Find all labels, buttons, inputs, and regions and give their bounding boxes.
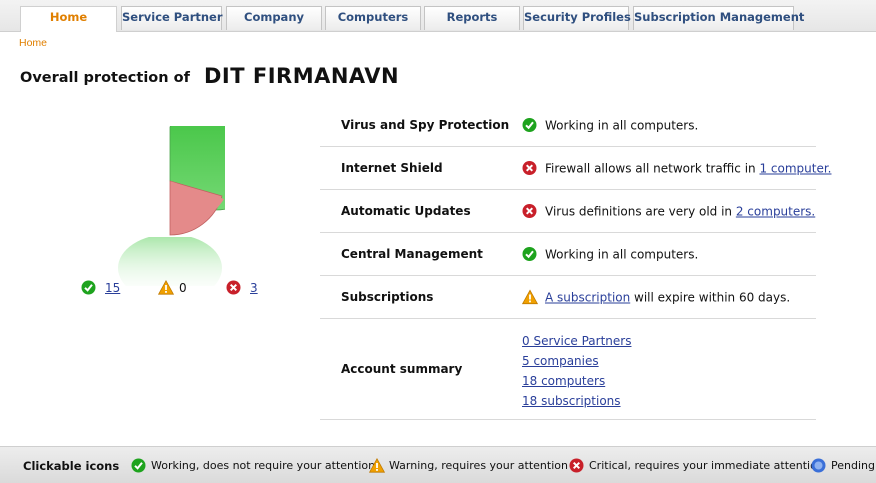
status-text: Working in all computers. — [545, 118, 699, 132]
status-text: Working in all computers. — [545, 247, 699, 261]
status-link[interactable]: 1 computer. — [759, 161, 831, 175]
legend-warning: Warning, requires your attention — [369, 458, 568, 473]
check-icon[interactable] — [522, 118, 537, 133]
tab-service-partner[interactable]: Service Partner — [121, 6, 223, 30]
legend-ok: Working, does not require your attention — [131, 458, 375, 473]
check-icon[interactable] — [522, 247, 537, 262]
page-title: Overall protection of — [20, 70, 190, 86]
status-row-subscriptions: Subscriptions A subscription will expire… — [320, 276, 816, 319]
ok-count: 15 — [81, 280, 120, 295]
warning-count: 0 — [158, 280, 187, 295]
status-table: Virus and Spy Protection Working in all … — [320, 104, 832, 420]
row-label: Internet Shield — [341, 161, 443, 175]
account-summary-label: Account summary — [341, 362, 463, 376]
protection-pie-chart — [115, 101, 270, 302]
ok-count-link[interactable]: 15 — [105, 281, 120, 295]
check-icon[interactable] — [81, 280, 96, 295]
company-name: DIT FIRMANAVN — [204, 64, 400, 88]
subscriptions-link[interactable]: 18 subscriptions — [522, 394, 621, 408]
row-label: Virus and Spy Protection — [341, 118, 510, 132]
legend-pending-text: Pending — [831, 459, 875, 472]
pie-reflection — [118, 234, 222, 302]
warning-icon[interactable] — [522, 289, 538, 305]
status-row-automatic-updates: Automatic Updates Virus definitions are … — [320, 190, 816, 233]
legend-warning-text: Warning, requires your attention — [389, 459, 568, 472]
warning-icon — [369, 458, 385, 473]
legend-ok-text: Working, does not require your attention — [151, 459, 376, 472]
account-summary-row: Account summary 0 Service Partners 5 com… — [320, 319, 816, 420]
breadcrumb[interactable]: Home — [19, 37, 47, 49]
row-label: Automatic Updates — [341, 204, 471, 218]
critical-icon[interactable] — [226, 280, 241, 295]
status-text: will expire within 60 days. — [630, 290, 791, 304]
account-summary-links: 0 Service Partners 5 companies 18 comput… — [522, 331, 631, 411]
status-row-virus: Virus and Spy Protection Working in all … — [320, 104, 816, 147]
companies-link[interactable]: 5 companies — [522, 354, 599, 368]
tab-computers[interactable]: Computers — [325, 6, 421, 30]
tab-reports[interactable]: Reports — [424, 6, 520, 30]
service-partners-link[interactable]: 0 Service Partners — [522, 334, 631, 348]
tab-subscription-management[interactable]: Subscription Management — [633, 6, 804, 30]
tab-home[interactable]: Home — [20, 6, 117, 32]
status-row-internet-shield: Internet Shield Firewall allows all netw… — [320, 147, 832, 190]
tab-company[interactable]: Company — [226, 6, 322, 30]
row-label: Subscriptions — [341, 290, 434, 304]
critical-icon — [569, 458, 584, 473]
legend-pending: Pending — [811, 458, 875, 473]
tab-security-profiles[interactable]: Security Profiles — [523, 6, 631, 30]
summary-counts: 15 0 3 — [0, 280, 320, 296]
critical-icon[interactable] — [522, 204, 537, 219]
warning-count-value: 0 — [179, 280, 187, 295]
critical-icon[interactable] — [522, 161, 537, 176]
icon-legend: Clickable icons Working, does not requir… — [0, 446, 876, 483]
status-link[interactable]: A subscription — [545, 290, 630, 304]
legend-critical: Critical, requires your immediate attent… — [569, 458, 824, 473]
status-text: Virus definitions are very old in — [545, 204, 736, 218]
status-row-central-management: Central Management Working in all comput… — [320, 233, 816, 276]
row-label: Central Management — [341, 247, 483, 261]
tab-bar: Home Service Partner Company Computers R… — [0, 0, 876, 32]
computers-link[interactable]: 18 computers — [522, 374, 605, 388]
warning-icon[interactable] — [158, 280, 174, 295]
status-link[interactable]: 2 computers. — [736, 204, 815, 218]
status-text: Firewall allows all network traffic in — [545, 161, 760, 175]
check-icon — [131, 458, 146, 473]
legend-title: Clickable icons — [23, 459, 120, 473]
pending-icon — [811, 458, 826, 473]
critical-count: 3 — [226, 280, 258, 295]
legend-critical-text: Critical, requires your immediate attent… — [589, 459, 824, 472]
critical-count-link[interactable]: 3 — [250, 281, 258, 295]
